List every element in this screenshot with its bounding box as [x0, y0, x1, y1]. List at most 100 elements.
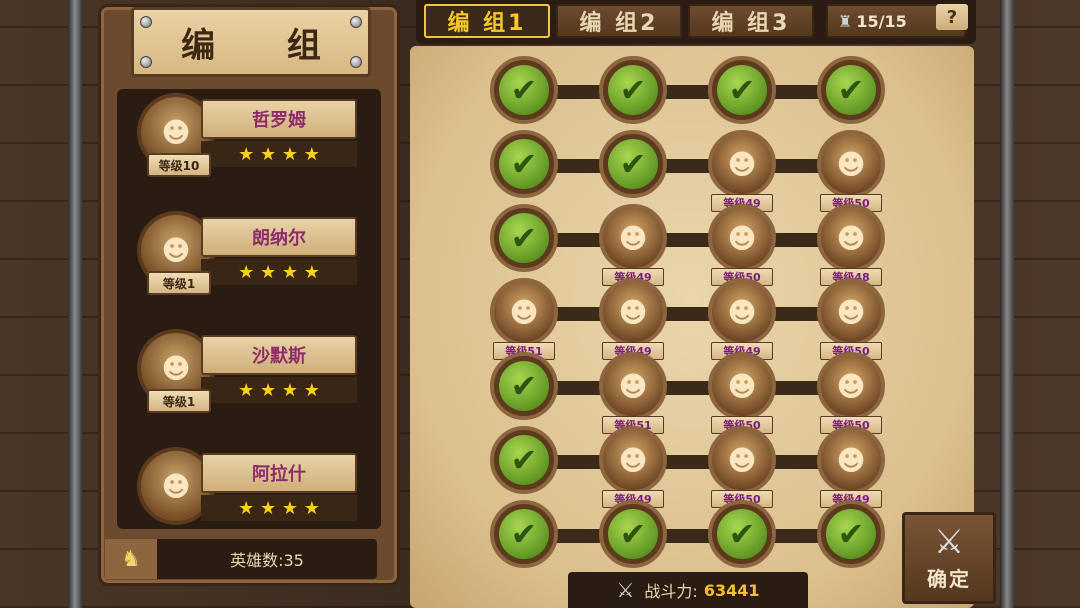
hero-card-2[interactable]: ☻ 沙默斯 ★ ★ ★ ★ 等级1 — [121, 325, 377, 425]
unit-slot[interactable]: ☻等级50 — [708, 204, 776, 286]
tab-formation-1[interactable]: 编 组1 — [424, 4, 550, 38]
hero-name: 阿拉什 — [201, 453, 357, 493]
unit-slot[interactable]: ☻等级50 — [817, 130, 885, 212]
check-icon: ✔ — [608, 65, 658, 115]
hero-level: 等级1 — [147, 389, 211, 413]
slot-connector — [520, 381, 850, 395]
check-icon: ✔ — [608, 139, 658, 189]
formation-board: ✔✔✔✔✔✔☻等级49☻等级50✔☻等级49☻等级50☻等级48☻等级51☻等级… — [410, 46, 974, 608]
bolt-icon — [140, 56, 152, 68]
hero-card-3[interactable]: ☻ 阿拉什 ★ ★ ★ ★ — [121, 443, 377, 529]
empty-slot[interactable]: ✔ — [708, 500, 776, 568]
bolt-icon — [140, 16, 152, 28]
left-rail — [68, 0, 82, 608]
slot-connector — [520, 455, 850, 469]
unit-avatar-icon: ☻ — [836, 443, 866, 477]
tab-formation-3[interactable]: 编 组3 — [688, 4, 814, 38]
empty-slot[interactable]: ✔ — [817, 500, 885, 568]
slot-connector — [520, 529, 850, 543]
panel-title-board: 编 组 — [131, 7, 371, 77]
hero-avatar-icon: ☻ — [161, 469, 191, 503]
hero-stars: ★ ★ ★ ★ — [201, 141, 357, 167]
help-button[interactable]: ? — [936, 4, 968, 30]
unit-avatar-icon: ☻ — [727, 295, 757, 329]
hero-level: 等级1 — [147, 271, 211, 295]
hero-card-1[interactable]: ☻ 朗纳尔 ★ ★ ★ ★ 等级1 — [121, 207, 377, 307]
combat-power-value: 63441 — [703, 580, 760, 600]
hero-name: 沙默斯 — [201, 335, 357, 375]
unit-avatar-icon: ☻ — [836, 221, 866, 255]
empty-slot[interactable]: ✔ — [490, 500, 558, 568]
empty-slot[interactable]: ✔ — [490, 130, 558, 198]
unit-avatar-icon: ☻ — [727, 221, 757, 255]
unit-slot[interactable]: ☻等级50 — [708, 352, 776, 434]
check-icon: ✔ — [499, 509, 549, 559]
check-icon: ✔ — [826, 509, 876, 559]
unit-slot[interactable]: ☻等级50 — [817, 352, 885, 434]
unit-avatar-icon: ☻ — [618, 369, 648, 403]
hero-count: 英雄数:35 — [230, 551, 304, 570]
empty-slot[interactable]: ✔ — [599, 500, 667, 568]
unit-slot[interactable]: ☻等级48 — [817, 204, 885, 286]
unit-slot[interactable]: ☻等级50 — [708, 426, 776, 508]
unit-slot[interactable]: ☻等级51 — [490, 278, 558, 360]
hero-stars: ★ ★ ★ ★ — [201, 495, 357, 521]
check-icon: ✔ — [826, 65, 876, 115]
tab-formation-2[interactable]: 编 组2 — [556, 4, 682, 38]
bolt-icon — [350, 56, 362, 68]
unit-slot[interactable]: ☻等级49 — [708, 278, 776, 360]
empty-slot[interactable]: ✔ — [599, 130, 667, 198]
unit-avatar-icon: ☻ — [727, 443, 757, 477]
empty-slot[interactable]: ✔ — [490, 426, 558, 494]
unit-avatar-icon: ☻ — [836, 147, 866, 181]
unit-avatar-icon: ☻ — [618, 221, 648, 255]
slot-connector — [520, 159, 850, 173]
hero-name: 哲罗姆 — [201, 99, 357, 139]
hero-avatar-icon: ☻ — [161, 351, 191, 385]
slot-connector — [520, 307, 850, 321]
right-rail — [1000, 0, 1014, 608]
unit-avatar-icon: ☻ — [509, 295, 539, 329]
helmet-icon[interactable]: ♞ — [105, 539, 157, 579]
empty-slot[interactable]: ✔ — [817, 56, 885, 124]
unit-slot[interactable]: ☻等级49 — [708, 130, 776, 212]
unit-slot[interactable]: ☻等级49 — [599, 278, 667, 360]
unit-avatar-icon: ☻ — [836, 369, 866, 403]
check-icon: ✔ — [608, 509, 658, 559]
empty-slot[interactable]: ✔ — [490, 352, 558, 420]
hero-roster-panel: 编 组 ☻ 哲罗姆 ★ ★ ★ ★ 等级10 ☻ 朗纳尔 ★ ★ ★ ★ 等级1… — [98, 4, 400, 586]
formation-grid: ✔✔✔✔✔✔☻等级49☻等级50✔☻等级49☻等级50☻等级48☻等级51☻等级… — [490, 56, 890, 576]
unit-avatar-icon: ☻ — [836, 295, 866, 329]
hero-avatar-icon: ☻ — [161, 233, 191, 267]
slot-connector — [520, 85, 850, 99]
empty-slot[interactable]: ✔ — [490, 204, 558, 272]
troops-icon: ♜ — [838, 11, 853, 31]
hero-level: 等级10 — [147, 153, 211, 177]
capacity-value: 15/15 — [856, 11, 907, 31]
slot-connector — [520, 233, 850, 247]
empty-slot[interactable]: ✔ — [708, 56, 776, 124]
hero-stars: ★ ★ ★ ★ — [201, 377, 357, 403]
hero-list[interactable]: ☻ 哲罗姆 ★ ★ ★ ★ 等级10 ☻ 朗纳尔 ★ ★ ★ ★ 等级1 ☻ 沙… — [117, 89, 381, 529]
unit-avatar-icon: ☻ — [727, 369, 757, 403]
confirm-label: 确定 — [927, 566, 971, 591]
unit-avatar-icon: ☻ — [727, 147, 757, 181]
unit-slot[interactable]: ☻等级49 — [599, 204, 667, 286]
unit-avatar-icon: ☻ — [618, 443, 648, 477]
hero-count-bar: ♞ 英雄数:35 — [105, 539, 377, 579]
formation-tabs: 编 组1 编 组2 编 组3 ♜ 15/15 ? — [416, 0, 976, 44]
check-icon: ✔ — [499, 361, 549, 411]
check-icon: ✔ — [717, 65, 767, 115]
empty-slot[interactable]: ✔ — [490, 56, 558, 124]
check-icon: ✔ — [499, 213, 549, 263]
hero-card-0[interactable]: ☻ 哲罗姆 ★ ★ ★ ★ 等级10 — [121, 89, 377, 189]
unit-slot[interactable]: ☻等级49 — [817, 426, 885, 508]
confirm-button[interactable]: ⚔ 确定 — [902, 512, 996, 604]
check-icon: ✔ — [499, 139, 549, 189]
unit-slot[interactable]: ☻等级49 — [599, 426, 667, 508]
crossed-swords-icon: ⚔ — [933, 521, 965, 562]
empty-slot[interactable]: ✔ — [599, 56, 667, 124]
check-icon: ✔ — [717, 509, 767, 559]
unit-slot[interactable]: ☻等级51 — [599, 352, 667, 434]
unit-slot[interactable]: ☻等级50 — [817, 278, 885, 360]
